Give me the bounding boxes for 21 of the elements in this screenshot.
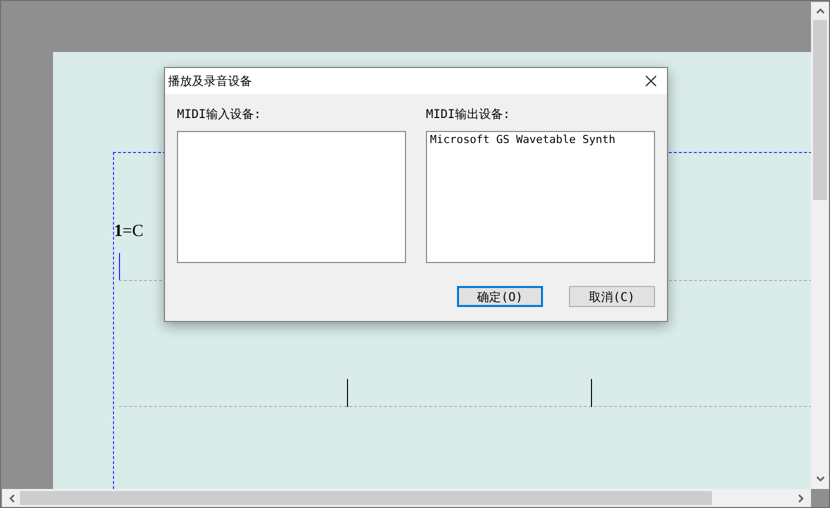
close-icon[interactable] (645, 75, 657, 87)
device-list[interactable]: Microsoft GS Wavetable Synth (426, 131, 655, 263)
scroll-right-icon[interactable] (798, 494, 804, 503)
text-cursor (119, 253, 120, 280)
bar-line (591, 379, 592, 407)
scroll-thumb[interactable] (20, 491, 712, 505)
list-item[interactable]: Microsoft GS Wavetable Synth (430, 133, 616, 147)
dialog-button[interactable]: 确定(O) (457, 286, 543, 307)
scroll-up-icon[interactable] (816, 8, 825, 14)
device-list[interactable] (177, 131, 406, 263)
key-signature: 1=C (114, 220, 144, 242)
bar-line (347, 379, 348, 407)
dialog-title: 播放及录音设备 (168, 73, 252, 90)
vertical-scrollbar[interactable] (811, 2, 829, 489)
dialog-button[interactable]: 取消(C) (569, 286, 655, 307)
scroll-left-icon[interactable] (9, 494, 15, 503)
list-label: MIDI输出设备: (426, 107, 512, 121)
horizontal-scrollbar[interactable] (2, 489, 811, 507)
scroll-down-icon[interactable] (816, 476, 825, 482)
list-label: MIDI输入设备: (177, 107, 262, 121)
scroll-thumb[interactable] (813, 20, 827, 200)
